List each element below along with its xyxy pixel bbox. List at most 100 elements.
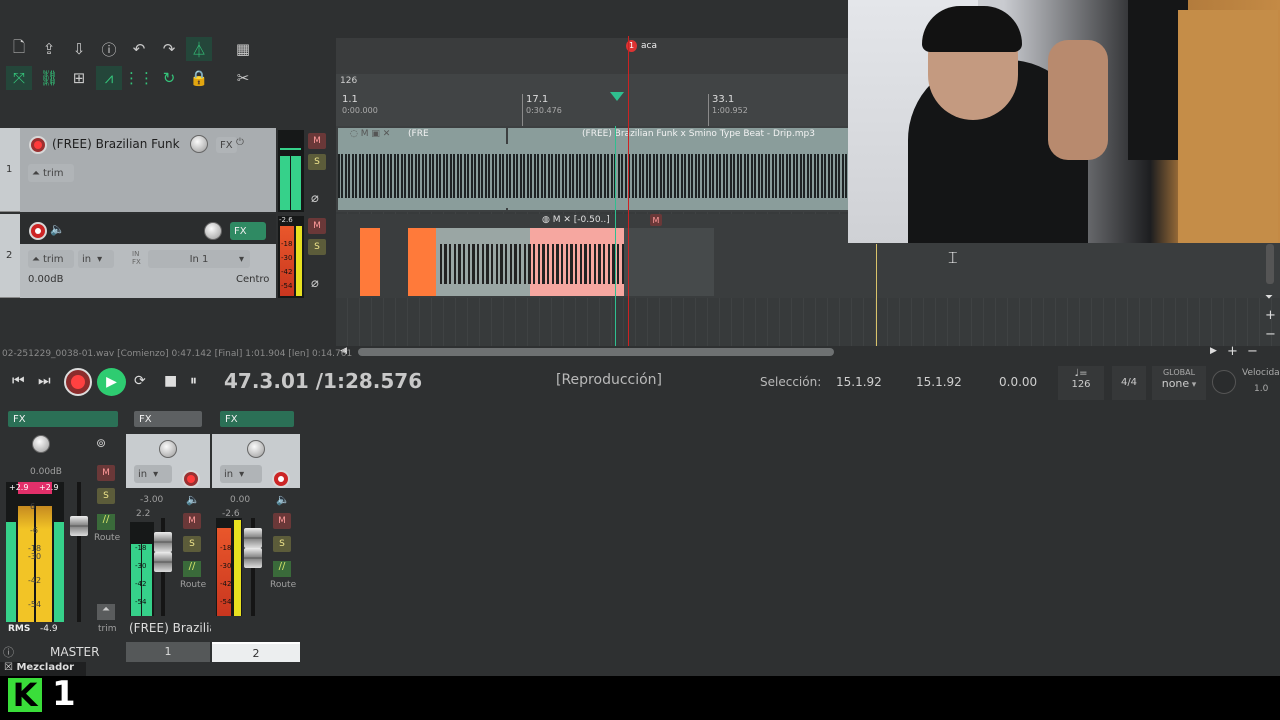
- ch1-fx-button[interactable]: FX: [134, 411, 202, 427]
- ch1-number[interactable]: 1: [126, 642, 210, 662]
- track-2-item-a[interactable]: [360, 228, 380, 296]
- ch2-solo[interactable]: S: [273, 536, 291, 552]
- ch2-fader-b[interactable]: [244, 548, 262, 568]
- ch1-name[interactable]: (FREE) Brazilia: [129, 621, 211, 635]
- new-file-icon[interactable]: 🗋: [6, 37, 32, 61]
- track-1-power-icon[interactable]: ⏻: [236, 137, 244, 148]
- track-2-item-mute[interactable]: M: [650, 214, 662, 226]
- master-fx-button[interactable]: FX: [8, 411, 118, 427]
- ch2-speaker-icon[interactable]: 🔈: [276, 493, 290, 506]
- ch2-record-arm[interactable]: [272, 470, 290, 488]
- track-1-automation-mode[interactable]: ⏶ trim: [28, 164, 74, 182]
- ch1-speaker-icon[interactable]: 🔈: [186, 493, 200, 506]
- selection-start[interactable]: 15.1.92: [836, 375, 882, 389]
- save-up-icon[interactable]: ⇪: [36, 37, 62, 61]
- bpm-box[interactable]: ♩= 126: [1058, 366, 1104, 400]
- track-2-volume-knob[interactable]: [204, 222, 222, 240]
- master-route-icon[interactable]: //: [97, 514, 115, 530]
- ch1-route-label[interactable]: Route: [180, 580, 206, 590]
- snap-grid-icon[interactable]: ⊞: [66, 66, 92, 90]
- pause-icon[interactable]: ⏸: [190, 373, 197, 389]
- track-2-input-select[interactable]: In 1 ▾: [148, 250, 250, 268]
- go-end-icon[interactable]: ⏭: [38, 373, 51, 389]
- lock-icon[interactable]: 🔒: [186, 66, 212, 90]
- track-2-phase-icon[interactable]: ⌀: [311, 276, 319, 291]
- metronome-icon[interactable]: ⏃: [186, 37, 212, 61]
- master-pan-knob[interactable]: [32, 435, 50, 453]
- track-2-solo[interactable]: S: [308, 239, 326, 255]
- master-label[interactable]: MASTER: [50, 645, 99, 659]
- ch2-fader[interactable]: [244, 528, 262, 548]
- ch1-fader[interactable]: [154, 532, 172, 552]
- h-scrollbar[interactable]: [358, 348, 834, 356]
- track-2-automation-mode[interactable]: ⏶ trim: [28, 250, 74, 268]
- ripple-icon[interactable]: ⤧: [6, 66, 32, 90]
- track-2-record-arm[interactable]: [29, 222, 47, 240]
- ch2-mute[interactable]: M: [273, 513, 291, 529]
- repeat-icon[interactable]: ⟳: [134, 373, 146, 389]
- ch2-route-label[interactable]: Route: [270, 580, 296, 590]
- record-button[interactable]: [64, 368, 92, 396]
- info-icon[interactable]: ⓘ: [96, 37, 122, 61]
- master-fader[interactable]: [70, 516, 88, 536]
- go-start-icon[interactable]: ⏮: [12, 373, 25, 389]
- track-1-record-arm[interactable]: [29, 136, 47, 154]
- ch1-solo[interactable]: S: [183, 536, 201, 552]
- ch1-route-icon[interactable]: //: [183, 561, 201, 577]
- track-2-fx-button[interactable]: FX: [230, 222, 266, 240]
- grid-icon[interactable]: ▦: [230, 37, 256, 61]
- zoom-out-icon[interactable]: −: [1265, 327, 1276, 342]
- master-mute[interactable]: M: [97, 465, 115, 481]
- master-stereo-icon[interactable]: ⊚: [96, 436, 106, 450]
- link-icon[interactable]: ⛓: [36, 66, 62, 90]
- ch2-route-icon[interactable]: //: [273, 561, 291, 577]
- track-1-volume-knob[interactable]: [190, 135, 208, 153]
- h-zoom-out-icon[interactable]: −: [1247, 344, 1258, 359]
- track-2-item-e[interactable]: [624, 228, 714, 296]
- master-trim-label[interactable]: trim: [98, 624, 117, 634]
- playrate-knob[interactable]: [1212, 370, 1236, 394]
- selection-length[interactable]: 0.0.00: [999, 375, 1037, 389]
- trim-tool-icon[interactable]: ✂: [230, 66, 256, 90]
- master-info-icon[interactable]: ⓘ: [3, 644, 14, 660]
- track-2-input-mode[interactable]: in ▾: [78, 250, 114, 268]
- track-1-phase-icon[interactable]: ⌀: [311, 191, 319, 206]
- close-icon[interactable]: ☒: [4, 662, 16, 673]
- selection-end[interactable]: 15.1.92: [916, 375, 962, 389]
- track-1-name[interactable]: (FREE) Brazilian Funk x S: [52, 137, 182, 151]
- track-1-panel[interactable]: 1 (FREE) Brazilian Funk x S FX ⏻ ⏶ trim: [0, 128, 276, 212]
- auto-crossfade-icon[interactable]: ⩘: [96, 66, 122, 90]
- track-2-panel[interactable]: 2 🔈 FX ⏶ trim in ▾ IN FX In 1 ▾ 0.00dB Cen…: [0, 214, 276, 298]
- save-down-icon[interactable]: ⇩: [66, 37, 92, 61]
- ch2-number[interactable]: 2: [212, 642, 300, 662]
- global-automation[interactable]: GLOBAL none ▾: [1152, 366, 1206, 400]
- ch1-pan-knob[interactable]: [159, 440, 177, 458]
- transport-time[interactable]: 47.3.01 /1:28.576: [224, 369, 422, 393]
- h-zoom-in-icon[interactable]: +: [1227, 344, 1238, 359]
- ch2-fx-button[interactable]: FX: [220, 411, 294, 427]
- ch1-mute[interactable]: M: [183, 513, 201, 529]
- v-scroll-down-icon[interactable]: ⏷: [1265, 292, 1273, 303]
- playhead-marker[interactable]: [610, 92, 624, 101]
- loop-icon[interactable]: ↻: [156, 66, 182, 90]
- time-signature[interactable]: 4/4: [1112, 366, 1146, 400]
- track-2-mute[interactable]: M: [308, 218, 326, 234]
- master-route-label[interactable]: Route: [94, 533, 120, 543]
- play-button[interactable]: ▶: [97, 368, 126, 396]
- track-2-input-fx[interactable]: IN FX: [132, 250, 146, 266]
- ch2-input[interactable]: in ▾: [220, 465, 262, 483]
- v-scrollbar[interactable]: [1266, 244, 1274, 284]
- stop-icon[interactable]: ■: [164, 373, 177, 389]
- track-1-mute[interactable]: M: [308, 133, 326, 149]
- track-1-fx-button[interactable]: FX: [216, 137, 237, 153]
- master-solo[interactable]: S: [97, 488, 115, 504]
- track-1-solo[interactable]: S: [308, 154, 326, 170]
- zoom-in-icon[interactable]: +: [1265, 308, 1276, 323]
- ch1-record-arm[interactable]: [182, 470, 200, 488]
- ch1-input[interactable]: in ▾: [134, 465, 172, 483]
- master-trim-icon[interactable]: ⏶: [97, 604, 115, 620]
- ch2-pan-knob[interactable]: [247, 440, 265, 458]
- track-2-item-b[interactable]: [408, 228, 436, 296]
- redo-icon[interactable]: ↷: [156, 37, 182, 61]
- undo-icon[interactable]: ↶: [126, 37, 152, 61]
